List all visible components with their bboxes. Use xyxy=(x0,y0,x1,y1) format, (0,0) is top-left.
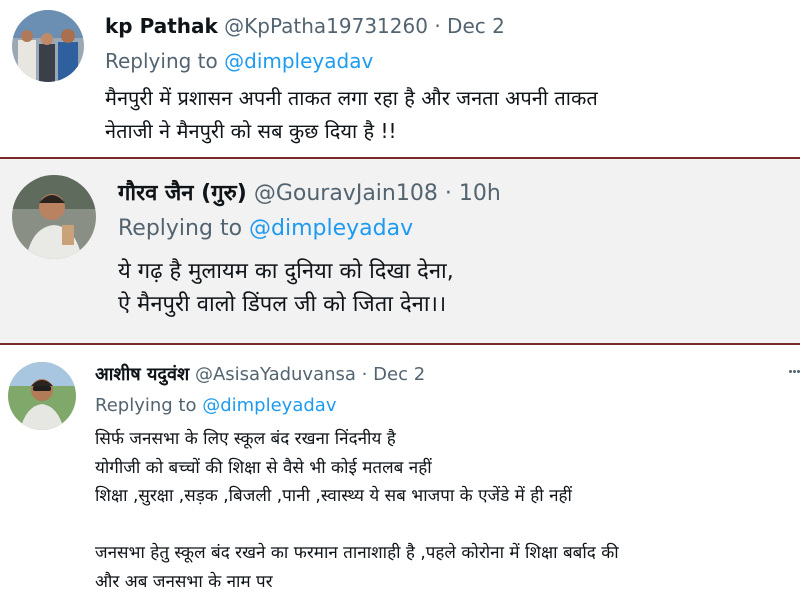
replying-to: Replying to @dimpleyadav xyxy=(95,395,336,416)
avatar[interactable] xyxy=(12,10,84,82)
mention-link[interactable]: @dimpleyadav xyxy=(224,49,373,73)
user-name[interactable]: गौरव जैन (गुरु) xyxy=(118,181,247,206)
separator: · xyxy=(444,181,452,206)
separator: · xyxy=(361,364,368,385)
timestamp[interactable]: Dec 2 xyxy=(447,14,505,38)
mention-link[interactable]: @dimpleyadav xyxy=(202,395,336,416)
avatar[interactable] xyxy=(12,175,96,259)
replying-label: Replying to xyxy=(95,395,197,416)
tweet-header: kp Pathak @KpPatha19731260 · Dec 2 xyxy=(105,14,505,38)
tweet-text: मैनपुरी में प्रशासन अपनी ताकत लगा रहा है… xyxy=(105,86,598,143)
more-options-icon[interactable] xyxy=(789,367,800,377)
tweet-header: गौरव जैन (गुरु) @GouravJain108 · 10h xyxy=(118,177,501,207)
separator: · xyxy=(434,14,441,38)
tweet-text: सिर्फ जनसभा के लिए स्कूल बंद रखना निंदनी… xyxy=(95,429,619,592)
tweet-header: आशीष यदुवंश @AsisaYaduvansa · Dec 2 xyxy=(95,362,425,386)
mention-link[interactable]: @dimpleyadav xyxy=(249,216,413,241)
timestamp[interactable]: Dec 2 xyxy=(373,364,425,385)
user-handle[interactable]: @AsisaYaduvansa xyxy=(195,364,356,385)
timestamp[interactable]: 10h xyxy=(459,181,501,206)
replying-to: Replying to @dimpleyadav xyxy=(105,49,373,73)
replying-to: Replying to @dimpleyadav xyxy=(118,216,413,241)
replying-label: Replying to xyxy=(118,216,243,241)
replying-label: Replying to xyxy=(105,49,218,73)
user-handle[interactable]: @GouravJain108 xyxy=(254,181,438,206)
user-handle[interactable]: @KpPatha19731260 xyxy=(224,14,428,38)
tweet-text: ये गढ़ है मुलायम का दुनिया को दिखा देना,… xyxy=(118,259,454,317)
user-name[interactable]: आशीष यदुवंश xyxy=(95,364,189,385)
user-name[interactable]: kp Pathak xyxy=(105,14,218,38)
avatar[interactable] xyxy=(8,362,76,430)
